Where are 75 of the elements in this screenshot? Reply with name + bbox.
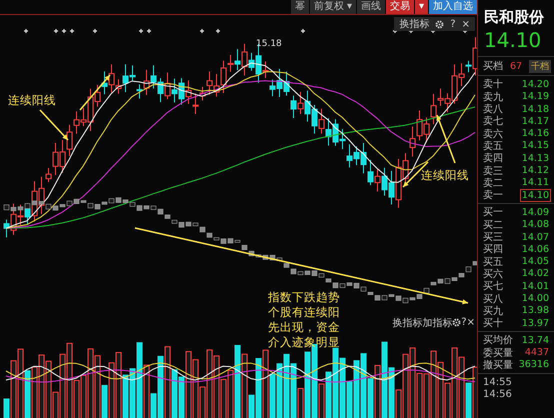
close-button[interactable]: × xyxy=(462,18,470,30)
settings-icon[interactable] xyxy=(452,318,462,328)
stock-price: 14.10 xyxy=(483,27,542,54)
stat-value: 36316 xyxy=(518,358,550,372)
ask-level-label: 卖一 xyxy=(483,188,503,202)
bid-price: 14.06 xyxy=(520,242,550,256)
bid-level-label: 买八 xyxy=(483,292,503,306)
toolbar-button[interactable]: 加入自选 xyxy=(429,0,477,14)
bid-price: 14.09 xyxy=(520,206,550,219)
bid-price: 14.08 xyxy=(520,218,550,232)
stat-label: 撤买量 xyxy=(483,358,513,372)
toolbar-button[interactable]: 交易 xyxy=(386,0,414,14)
stock-name: 民和股份 xyxy=(483,7,545,27)
indicator-button[interactable]: 换指标 xyxy=(392,316,422,330)
ask-level-label: 卖十 xyxy=(483,78,503,92)
ask-price: 14.18 xyxy=(520,102,550,116)
close-button[interactable]: × xyxy=(466,317,475,328)
ask-price: 14.13 xyxy=(520,152,550,165)
bid-price: 13.98 xyxy=(520,304,550,318)
bid-level-label: 买十 xyxy=(483,316,503,330)
bid-level-label: 买二 xyxy=(483,218,503,232)
arrow xyxy=(39,109,69,141)
bid-level-label: 买四 xyxy=(483,243,503,256)
ask-price: 14.19 xyxy=(520,90,550,104)
annotation-text: 指数下跌趋势 个股有连续阳 先出现，资金 介入迹象明显 xyxy=(268,290,340,350)
ask-level-label: 卖五 xyxy=(483,140,503,152)
help-button[interactable]: ? xyxy=(461,317,467,328)
ask-level-label: 卖七 xyxy=(483,114,503,128)
high-price-label: 15.18 xyxy=(256,39,282,49)
stat-label: 买均价 xyxy=(483,334,513,348)
bid-level-label: 买五 xyxy=(483,256,503,268)
ask-level-label: 卖四 xyxy=(483,152,503,166)
toolbar-button[interactable]: 画线 xyxy=(356,0,385,14)
ask-level-label: 卖二 xyxy=(483,176,503,190)
ask-price: 14.12 xyxy=(520,164,550,178)
ask-price: 14.11 xyxy=(520,176,550,190)
bid-level-label: 买一 xyxy=(483,206,503,220)
indicator-button[interactable]: 换指标 xyxy=(399,17,430,31)
ask-level-label: 卖八 xyxy=(483,102,503,116)
depth-button[interactable]: 千档 xyxy=(529,60,551,73)
arrow xyxy=(436,114,456,164)
bid-price: 14.07 xyxy=(520,230,550,244)
bid-level-label: 买九 xyxy=(483,304,503,318)
arrow xyxy=(79,74,111,110)
ask-level-label: 卖九 xyxy=(483,90,503,104)
bid-price: 13.97 xyxy=(520,316,550,330)
ask-level-label: 卖三 xyxy=(483,164,503,178)
annotation-text: 连续阳线 xyxy=(421,168,469,183)
stat-value: 4437 xyxy=(524,346,550,360)
ask-price: 14.16 xyxy=(520,127,550,140)
order-book-label: 买档 xyxy=(483,60,503,74)
ask-price: 14.10 xyxy=(520,188,551,202)
bid-level-label: 买六 xyxy=(483,268,503,280)
tick-time: 14:56 xyxy=(483,389,512,400)
ask-price: 14.20 xyxy=(520,78,550,91)
toolbar-button[interactable]: ▾ xyxy=(414,0,428,14)
bid-price: 14.01 xyxy=(520,280,550,293)
stat-value: 13.74 xyxy=(520,334,550,347)
toolbar-button[interactable]: 幂 xyxy=(290,0,309,14)
order-count: 67 xyxy=(508,60,524,73)
toolbar-button[interactable]: 前复权 ▾ xyxy=(310,0,356,14)
help-button[interactable]: ? xyxy=(450,18,456,30)
ask-price: 14.15 xyxy=(520,139,550,152)
ask-price: 14.17 xyxy=(520,114,550,128)
bid-price: 14.00 xyxy=(520,292,550,305)
annotation-text: 连续阳线 xyxy=(8,93,56,108)
settings-icon[interactable] xyxy=(435,20,444,28)
indicator-button[interactable]: 加指标 xyxy=(422,316,452,330)
stat-label: 委买量 xyxy=(483,346,513,360)
bid-price: 14.02 xyxy=(520,267,550,280)
bid-level-label: 买七 xyxy=(483,280,503,294)
bid-price: 14.05 xyxy=(520,255,550,268)
tick-time: 14:55 xyxy=(483,376,512,388)
ask-level-label: 卖六 xyxy=(483,128,503,140)
bid-level-label: 买三 xyxy=(483,231,503,244)
